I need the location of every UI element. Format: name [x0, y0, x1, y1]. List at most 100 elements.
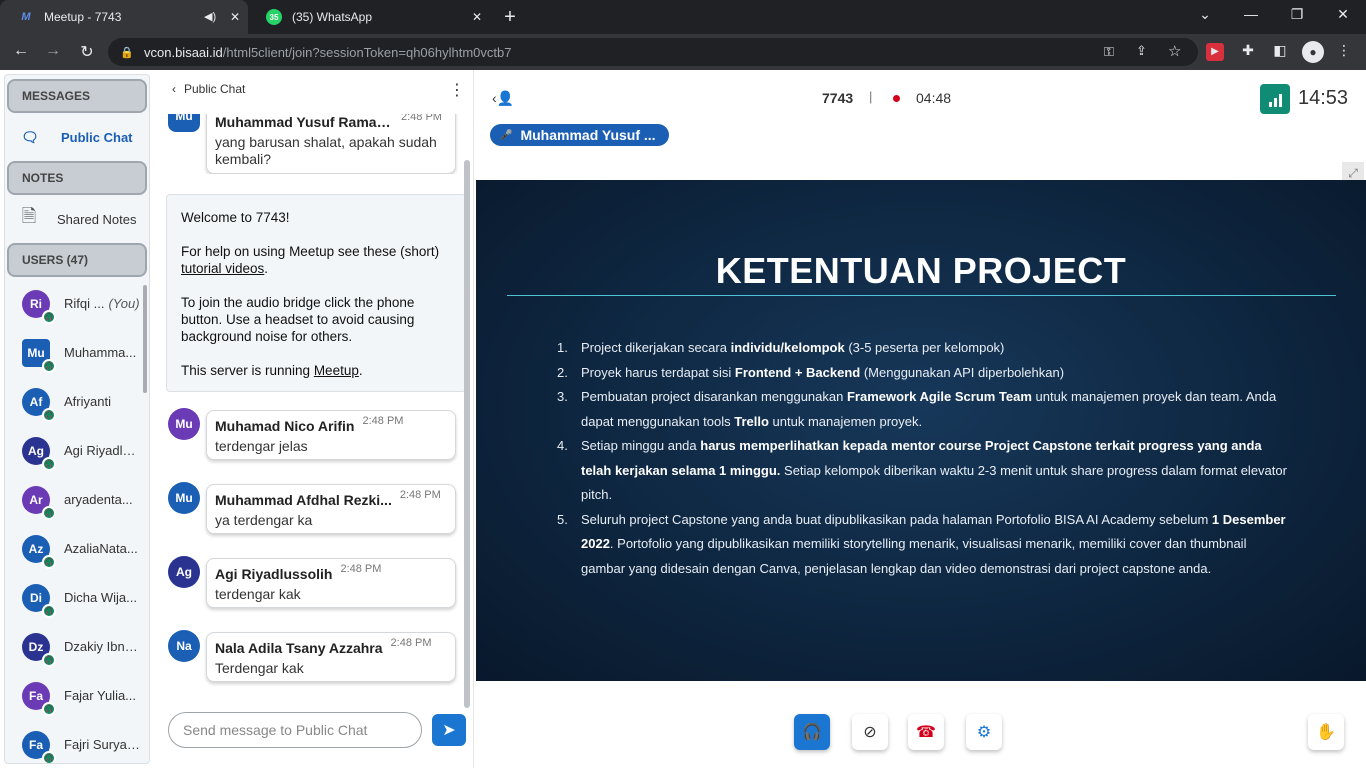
close-tab-icon[interactable]: ✕	[230, 10, 240, 24]
chat-header[interactable]: ‹ Public Chat	[172, 82, 245, 96]
user-list-panel: MESSAGES 🗨 Public Chat NOTES 🗎 Shared No…	[4, 74, 150, 764]
tab-whatsapp[interactable]: 35 (35) WhatsApp ✕	[248, 0, 490, 34]
avatar: Fa 🎧	[22, 681, 56, 716]
nav-public-chat[interactable]: 🗨 Public Chat	[5, 113, 149, 161]
slide-item-number: 2.	[557, 364, 568, 380]
message-time: 2:48 PM	[362, 415, 404, 427]
user-name: Rifqi ... (You)	[64, 296, 140, 311]
message-time: 2:48 PM	[340, 563, 382, 575]
chat-options-icon[interactable]: ⋮	[449, 80, 465, 100]
key-icon[interactable]: ⚿	[1104, 44, 1114, 60]
chat-message: Mu Muhammad Yusuf Ramad... 2:48 PM yang b…	[168, 114, 458, 174]
audio-status-icon: 🎧	[42, 652, 56, 667]
side-panel-icon[interactable]: ◧	[1270, 42, 1290, 59]
browser-toolbar: ← → ↻ 🔒 vcon.bisaai.id/html5client/join?…	[0, 34, 1366, 70]
connection-status-button[interactable]	[1260, 84, 1290, 114]
whatsapp-icon: 35	[266, 9, 282, 25]
user-name: aryadenta...	[64, 492, 133, 507]
headphones-icon: 🎧	[802, 724, 822, 741]
user-list-item[interactable]: Ar 🎧 aryadenta...	[5, 475, 149, 524]
slide-item-text: Setiap minggu anda	[581, 438, 701, 453]
extension-icon[interactable]: ▶	[1206, 43, 1224, 61]
audio-status-icon: 🎧	[42, 309, 56, 324]
slide-item-text: Frontend + Backend	[734, 364, 861, 380]
recording-indicator[interactable]	[893, 95, 900, 102]
slide-item-number: 3.	[557, 389, 568, 404]
user-list-item[interactable]: Di 🎧 Dicha Wija...	[5, 573, 149, 622]
user-list-item[interactable]: Ag 🎧 Agi Riyadlu...	[5, 426, 149, 475]
slide-item-text: . Portofolio yang dipublikasikan memilik…	[581, 536, 1247, 576]
message-sender: Muhammad Yusuf Ramad...	[215, 114, 393, 130]
audio-status-icon: 🎧	[42, 603, 56, 618]
user-list-item[interactable]: Mu 🎧 Muhamma...	[5, 328, 149, 377]
reload-icon[interactable]: ↻	[76, 42, 98, 62]
bookmark-star-icon[interactable]: ☆	[1168, 42, 1181, 60]
microphone-icon: 🎤	[500, 129, 513, 141]
tutorial-videos-link[interactable]: tutorial videos	[181, 261, 264, 276]
meetup-link[interactable]: Meetup	[314, 363, 359, 378]
raise-hand-button[interactable]: ✋	[1308, 714, 1344, 750]
user-list-item[interactable]: Fa 🎧 Fajri Surya ...	[5, 720, 149, 763]
puzzle-extensions-icon[interactable]: ✚	[1238, 42, 1258, 59]
audio-button[interactable]: 🎧	[794, 714, 830, 750]
avatar: Mu	[168, 114, 200, 132]
camera-off-button[interactable]: ⊘	[852, 714, 888, 750]
tab-meetup[interactable]: M Meetup - 7743 ◀) ✕	[0, 0, 248, 34]
public-chat-panel: ‹ Public Chat ⋮ Mu Muhammad Yusuf Ramad..…	[154, 70, 474, 768]
avatar: Az 🎧	[22, 534, 56, 569]
leave-audio-button[interactable]: ☎	[908, 714, 944, 750]
user-list-item[interactable]: Af 🎧 Afriyanti	[5, 377, 149, 426]
more-menu-icon[interactable]: ⋮	[1334, 42, 1354, 59]
slide-list-item: 1. Project dikerjakan secara individu/kel…	[557, 336, 1287, 361]
chevron-left-icon[interactable]: ‹	[172, 82, 176, 96]
slide-list: 1. Project dikerjakan secara individu/kel…	[557, 336, 1287, 581]
user-name: AzaliaNata...	[64, 541, 138, 556]
gear-icon: ⚙	[976, 724, 992, 741]
message-sender: Muhamad Nico Arifin	[215, 417, 355, 434]
camera-off-icon: ⊘	[863, 724, 877, 741]
user-list-item[interactable]: Az 🎧 AzaliaNata...	[5, 524, 149, 573]
slide-item-number: 4.	[557, 438, 568, 453]
notes-icon: 🗎	[21, 206, 37, 226]
hand-icon: ✋	[1316, 724, 1336, 741]
settings-button[interactable]: ⚙	[966, 714, 1002, 750]
message-text: terdengar kak	[215, 585, 301, 602]
avatar: Ag 🎧	[22, 436, 56, 471]
close-tab-icon[interactable]: ✕	[472, 10, 482, 24]
avatar: Af 🎧	[22, 387, 56, 422]
restore-icon[interactable]: ❐	[1282, 6, 1312, 23]
chat-title: Public Chat	[184, 82, 246, 96]
avatar: Mu 🎧	[22, 338, 56, 373]
slide-list-item: 5. Seluruh project Capstone yang anda bua…	[557, 508, 1287, 582]
chat-icon: 🗨	[21, 128, 39, 145]
user-options-icon[interactable]: ‹👤	[492, 90, 514, 107]
share-icon[interactable]: ⇪	[1136, 43, 1147, 59]
slide-title: KETENTUAN PROJECT	[715, 250, 1127, 291]
message-text: terdengar jelas	[215, 437, 308, 454]
nav-shared-notes[interactable]: 🗎 Shared Notes	[5, 195, 149, 243]
send-message-button[interactable]: ➤	[432, 714, 466, 746]
profile-avatar-icon[interactable]: ●	[1302, 41, 1324, 63]
talking-indicator[interactable]: 🎤 Muhammad Yusuf ...	[490, 124, 669, 146]
forward-icon[interactable]: →	[42, 42, 64, 60]
new-tab-button[interactable]: +	[500, 6, 520, 29]
chat-message-input[interactable]: Send message to Public Chat	[168, 712, 422, 748]
welcome-help: For help on using Meetup see these (shor…	[181, 244, 440, 276]
audio-status-icon: 🎧	[42, 750, 56, 763]
close-window-icon[interactable]: ✕	[1328, 6, 1358, 23]
audio-icon[interactable]: ◀)	[204, 10, 216, 23]
audio-status-icon: 🎧	[42, 456, 56, 471]
shared-notes-label: Shared Notes	[57, 211, 137, 227]
message-sender: Agi Riyadlussolih	[215, 565, 333, 582]
back-icon[interactable]: ←	[10, 42, 32, 60]
user-list-item[interactable]: Dz 🎧 Dzakiy Ibnu...	[5, 622, 149, 671]
user-list-scrollbar[interactable]	[143, 285, 147, 393]
chat-scrollbar[interactable]	[464, 160, 470, 708]
hang-up-icon: ☎	[916, 724, 936, 741]
user-list-item[interactable]: Ri 🎧 Rifqi ... (You)	[5, 279, 149, 328]
minimize-icon[interactable]: —	[1236, 6, 1266, 22]
user-list-item[interactable]: Fa 🎧 Fajar Yulia...	[5, 671, 149, 720]
slide-item-text: (3-5 peserta per kelompok)	[844, 340, 1005, 355]
tab-search-icon[interactable]: ⌄	[1190, 6, 1220, 23]
address-bar[interactable]: 🔒 vcon.bisaai.id/html5client/join?sessio…	[108, 38, 1198, 66]
